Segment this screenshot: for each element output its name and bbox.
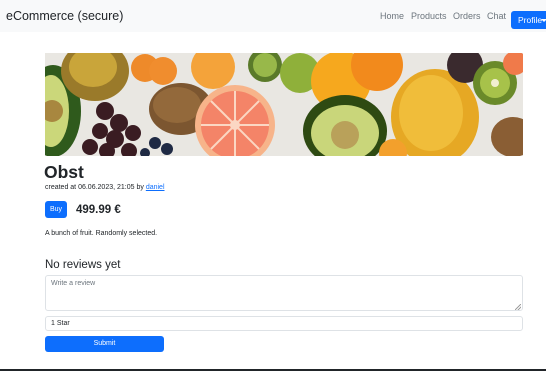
chevron-down-icon (541, 19, 546, 22)
product-price: 499.99 € (76, 204, 121, 216)
submit-review-button[interactable]: Submit (45, 336, 164, 352)
footer-divider (0, 369, 546, 371)
fruit-photo-illustration (45, 53, 523, 156)
nav-link-home[interactable]: Home (380, 11, 404, 21)
rating-selected-value: 1 Star (51, 320, 70, 327)
product-meta-text: created at 06.06.2023, 21:05 by (45, 184, 146, 191)
buy-button[interactable]: Buy (45, 201, 67, 218)
product-title: Obst (44, 162, 84, 182)
nav-link-orders[interactable]: Orders (453, 11, 481, 21)
product-description: A bunch of fruit. Randomly selected. (45, 230, 158, 237)
nav-link-products[interactable]: Products (411, 11, 447, 21)
top-navbar: eCommerce (secure) Home Products Orders … (0, 0, 546, 32)
nav-link-chat[interactable]: Chat (487, 11, 506, 21)
reviews-heading: No reviews yet (45, 259, 121, 271)
author-link[interactable]: daniel (146, 184, 165, 191)
profile-label: Profile (518, 15, 543, 25)
resize-handle-icon[interactable] (515, 304, 521, 310)
review-textarea[interactable]: Write a review (45, 275, 523, 311)
brand-logo-text[interactable]: eCommerce (secure) (6, 9, 123, 23)
product-image (45, 53, 523, 156)
rating-select[interactable]: 1 Star (45, 316, 523, 331)
product-meta: created at 06.06.2023, 21:05 by daniel (45, 184, 165, 191)
review-placeholder: Write a review (51, 280, 96, 287)
